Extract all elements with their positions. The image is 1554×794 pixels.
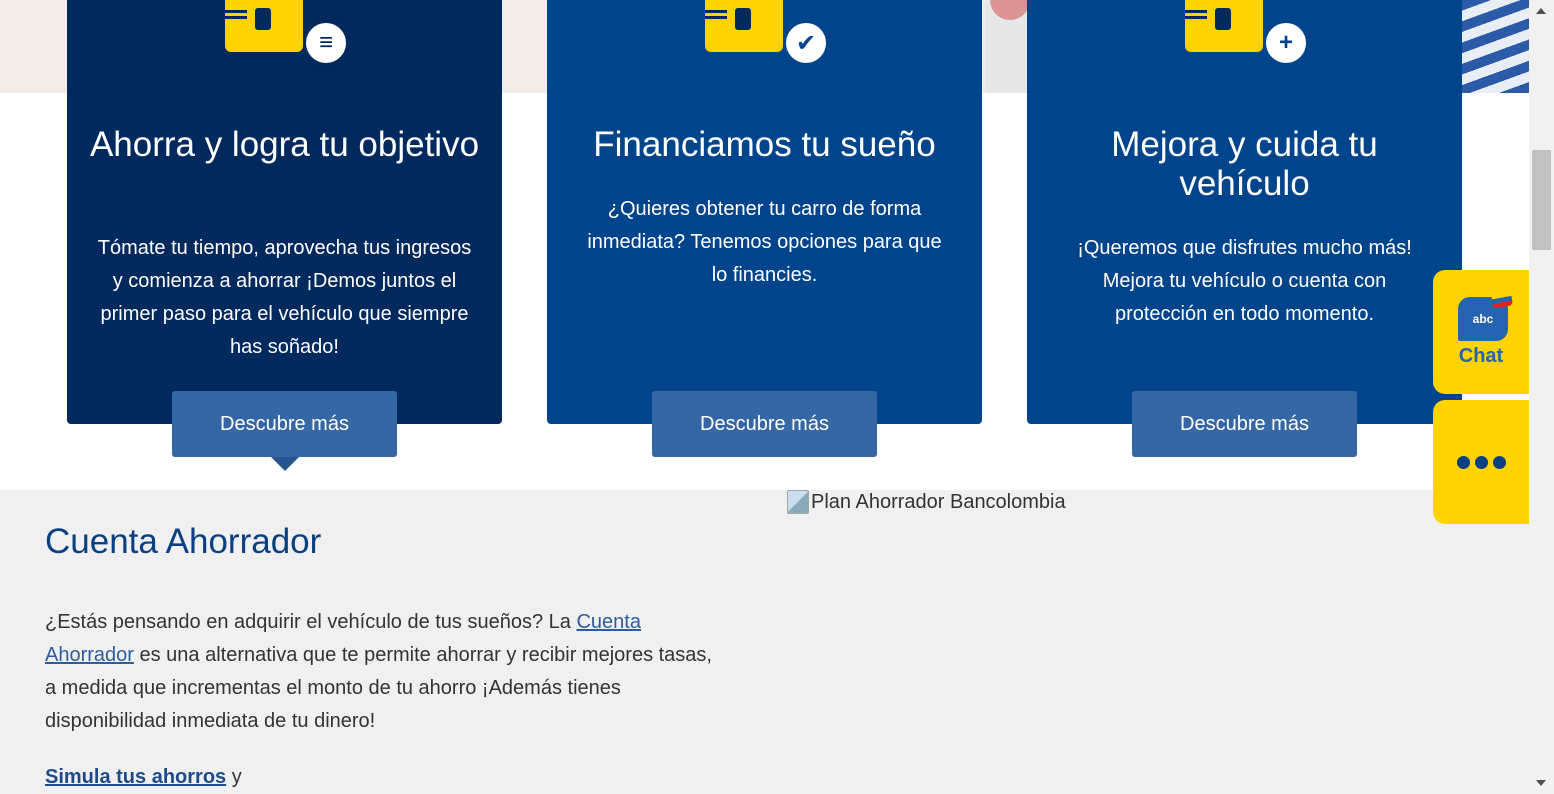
more-dot-icon: [1474, 455, 1488, 469]
chat-label: Chat: [1458, 344, 1504, 367]
cuenta-ahorrador-section: Cuenta Ahorrador ¿Estás pensando en adqu…: [0, 490, 1529, 794]
wallet-icon: [225, 0, 303, 52]
simula-line: Simula tus ahorros y: [45, 766, 242, 789]
simula-ahorros-link[interactable]: Simula tus ahorros: [45, 766, 226, 788]
wallet-icon: [705, 0, 783, 52]
simula-suffix: y: [226, 766, 242, 788]
scrollbar-thumb[interactable]: [1532, 150, 1551, 250]
card-ahorra: ≡ Ahorra y logra tu objetivo Tómate tu t…: [67, 0, 502, 424]
more-dot-icon: [1492, 455, 1506, 469]
descubre-mas-ahorra-button[interactable]: Descubre más: [172, 391, 397, 457]
image-alt-text: Plan Ahorrador Bancolombia: [811, 490, 1066, 513]
broken-image-icon: [787, 490, 809, 514]
section-title: Cuenta Ahorrador: [45, 522, 322, 561]
description-text: es una alternativa que te permite ahorra…: [45, 644, 712, 732]
card-title: Ahorra y logra tu objetivo: [89, 125, 480, 164]
hero-photo-shirt: [1462, 0, 1529, 93]
card-mejora-illustration: +: [1185, 0, 1309, 70]
card-text: ¿Quieres obtener tu carro de forma inmed…: [587, 198, 942, 286]
chat-button[interactable]: abc Chat: [1433, 270, 1529, 394]
wallet-icon: [1185, 0, 1263, 52]
coins-icon: ≡: [303, 20, 349, 66]
card-financiamos: ✔ Financiamos tu sueño ¿Quieres obtener …: [547, 0, 982, 424]
chat-bubble-icon: abc: [1458, 296, 1508, 341]
section-description: ¿Estás pensando en adquirir el vehículo …: [45, 606, 725, 738]
plan-ahorrador-image: Plan Ahorrador Bancolombia: [787, 490, 1066, 514]
page-scrollbar[interactable]: [1529, 0, 1554, 794]
scroll-up-icon[interactable]: [1536, 8, 1546, 14]
active-tab-pointer-icon: [271, 457, 299, 471]
card-financiamos-illustration: ✔: [705, 0, 829, 70]
card-text: Tómate tu tiempo, aprovecha tus ingresos…: [97, 237, 472, 358]
more-dot-icon: [1456, 455, 1470, 469]
card-title: Mejora y cuida tu vehículo: [1111, 125, 1378, 203]
card-text: ¡Queremos que disfrutes mucho más! Mejor…: [1077, 237, 1412, 325]
card-mejora: + Mejora y cuida tu vehículo ¡Queremos q…: [1027, 0, 1462, 424]
card-ahorra-illustration: ≡: [225, 0, 349, 70]
scroll-down-icon[interactable]: [1536, 780, 1546, 786]
plus-icon: +: [1263, 20, 1309, 66]
descubre-mas-mejora-button[interactable]: Descubre más: [1132, 391, 1357, 457]
descubre-mas-financiamos-button[interactable]: Descubre más: [652, 391, 877, 457]
card-title: Financiamos tu sueño: [593, 125, 936, 164]
more-options-button[interactable]: [1433, 400, 1529, 524]
chat-bubble-text: abc: [1472, 311, 1494, 326]
check-icon: ✔: [783, 20, 829, 66]
description-text: ¿Estás pensando en adquirir el vehículo …: [45, 611, 577, 633]
